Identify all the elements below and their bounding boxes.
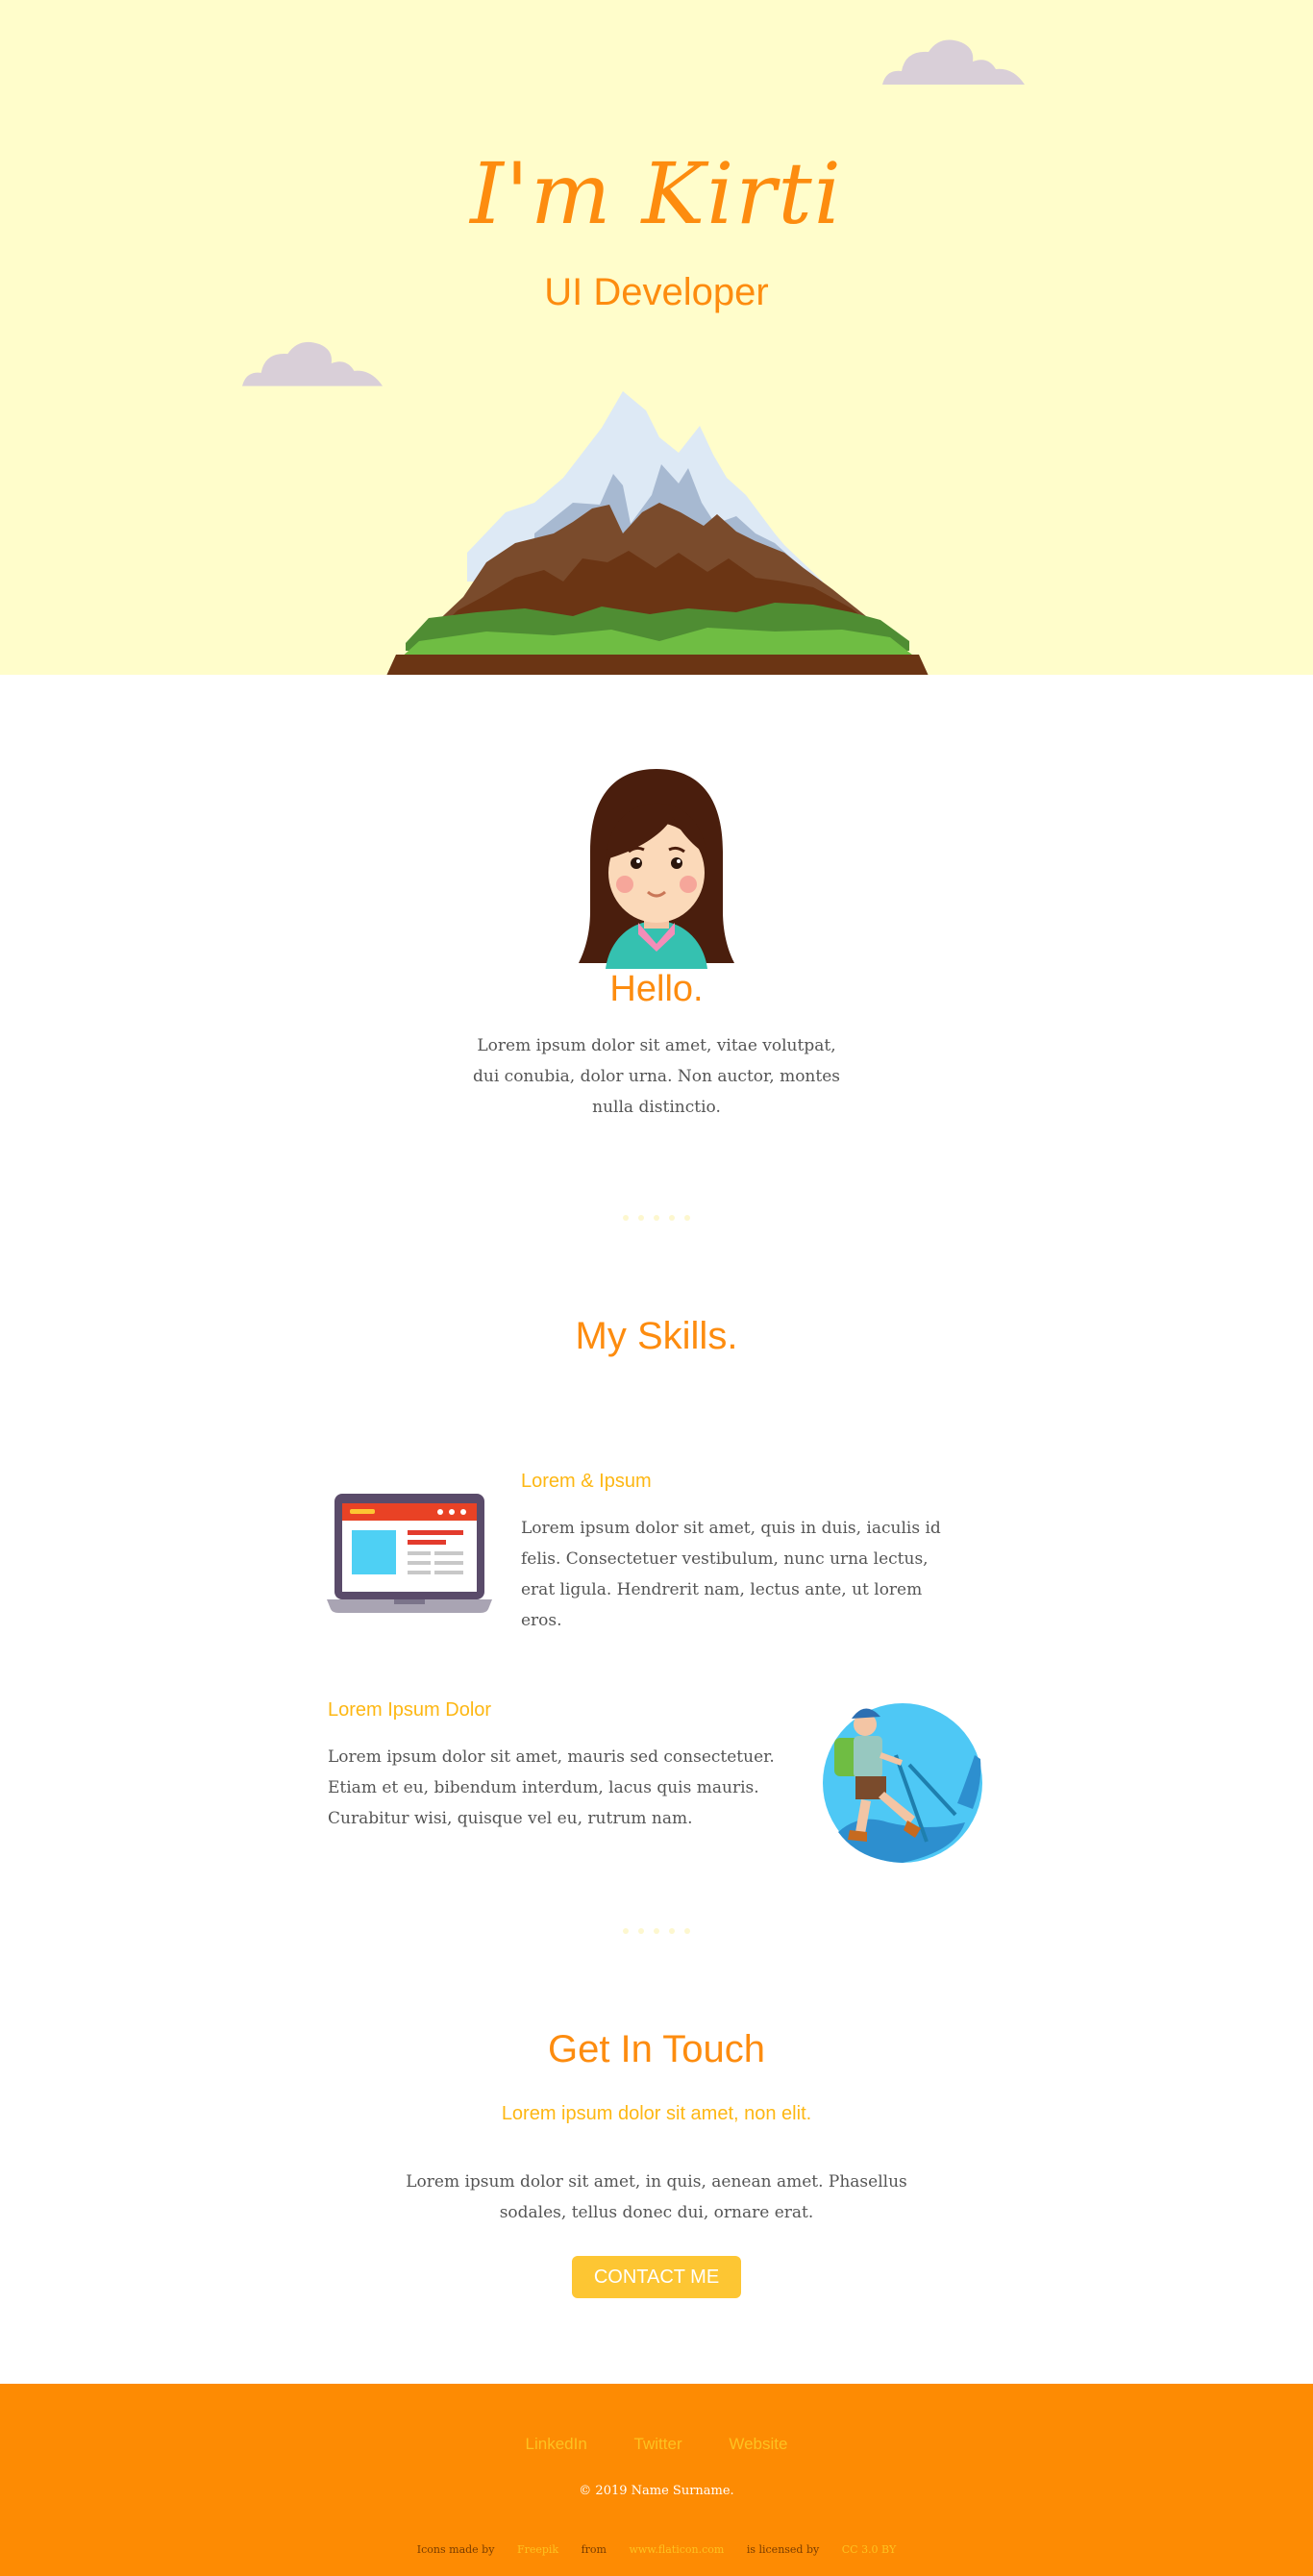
skills-heading: My Skills. xyxy=(575,1315,738,1357)
copyright: © 2019 Name Surname. xyxy=(579,2484,734,2498)
contact-heading: Get In Touch xyxy=(547,2028,766,2070)
credits-licensed-by: is licensed by xyxy=(746,2543,820,2556)
credits-from: from xyxy=(581,2543,607,2556)
contact-me-button[interactable]: CONTACT ME xyxy=(572,2256,741,2298)
footer-link-website[interactable]: Website xyxy=(729,2435,787,2453)
section-divider xyxy=(623,1928,690,1934)
about-text: Lorem ipsum dolor sit amet, vitae volutp… xyxy=(473,1036,840,1117)
cloud-icon xyxy=(241,341,384,386)
contact-subheading: Lorem ipsum dolor sit amet, non elit. xyxy=(501,2103,812,2124)
hiker-icon xyxy=(823,1703,982,1863)
skill-title-2: Lorem Ipsum Dolor xyxy=(328,1699,492,1721)
skill-text-1: Lorem ipsum dolor sit amet, quis in duis… xyxy=(521,1519,941,1630)
hero-subtitle: UI Developer xyxy=(544,271,769,313)
section-divider xyxy=(623,1215,690,1221)
laptop-icon xyxy=(327,1494,492,1613)
cloud-icon xyxy=(882,39,1025,85)
credits: Icons made by Freepik from www.flaticon.… xyxy=(0,2543,1313,2556)
skill-title-1: Lorem & Ipsum xyxy=(521,1471,652,1492)
footer-link-twitter[interactable]: Twitter xyxy=(634,2435,682,2453)
credits-author-link[interactable]: Freepik xyxy=(517,2543,558,2556)
credits-license-link[interactable]: CC 3.0 BY xyxy=(842,2543,896,2556)
footer-links: LinkedIn Twitter Website xyxy=(0,2435,1313,2454)
hero-section: I'm Kirti UI Developer xyxy=(0,0,1313,675)
credits-icons-made-by: Icons made by xyxy=(416,2543,495,2556)
avatar xyxy=(579,769,734,969)
about-heading: Hello. xyxy=(609,969,704,1009)
mountain-illustration xyxy=(386,391,929,675)
credits-site-link[interactable]: www.flaticon.com xyxy=(629,2543,724,2556)
contact-text: Lorem ipsum dolor sit amet, in quis, aen… xyxy=(406,2172,907,2222)
footer-link-linkedin[interactable]: LinkedIn xyxy=(526,2435,587,2453)
skill-text-2: Lorem ipsum dolor sit amet, mauris sed c… xyxy=(328,1747,775,1828)
hero-title: I'm Kirti xyxy=(470,144,843,243)
footer: LinkedIn Twitter Website © 2019 Name Sur… xyxy=(0,2384,1313,2576)
